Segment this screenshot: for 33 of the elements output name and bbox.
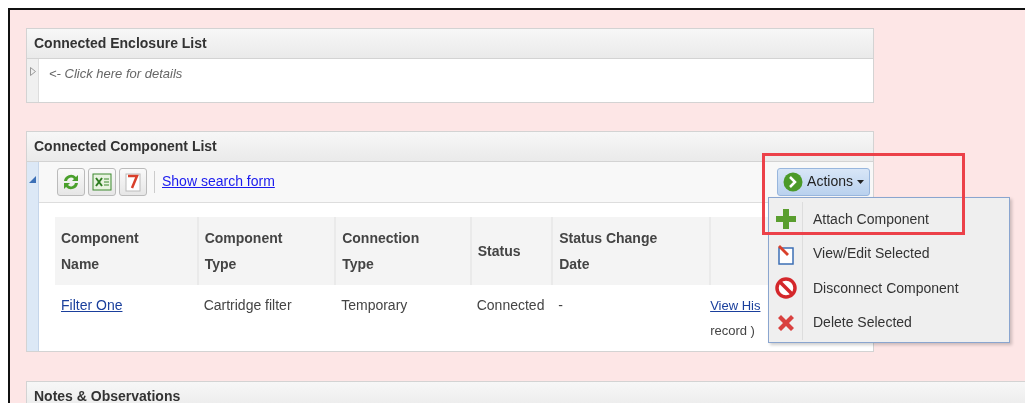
table-cell: Temporary — [341, 296, 408, 313]
arrow-circle-icon — [783, 171, 804, 192]
column-header: Status Change Date — [552, 216, 711, 285]
search-form-link[interactable]: Show search form — [162, 171, 275, 192]
actions-button[interactable]: Actions — [777, 167, 870, 196]
table-cell: Connected — [476, 296, 545, 313]
spreadsheet-button[interactable] — [88, 167, 116, 196]
expand-arrow-icon[interactable] — [29, 67, 36, 76]
component-link[interactable]: Filter One — [61, 296, 123, 313]
menu-item[interactable]: Delete Selected — [769, 305, 1009, 340]
no-entry-icon — [774, 277, 797, 300]
pdf-document-button[interactable] — [119, 167, 147, 196]
column-header: Connection Type — [335, 216, 471, 285]
plus-icon — [774, 208, 797, 231]
spreadsheet-icon — [91, 170, 113, 193]
history-link[interactable]: View His — [710, 297, 761, 313]
panel-title: Connected Enclosure List — [27, 29, 873, 59]
menu-item[interactable]: Disconnect Component — [769, 271, 1009, 306]
collapse-arrow-icon[interactable] — [29, 175, 36, 183]
table-cell: - — [558, 296, 563, 313]
pdf-document-icon — [122, 170, 144, 193]
caret-icon — [857, 179, 864, 184]
menu-item[interactable]: View/Edit Selected — [769, 236, 1009, 271]
refresh-button[interactable] — [57, 167, 85, 196]
panel-title: Connected Component List — [27, 131, 873, 162]
table-cell: record ) — [710, 322, 755, 338]
menu-item[interactable]: Attach Component — [769, 202, 1009, 237]
column-header: Component Name — [55, 216, 198, 285]
column-header: Status — [470, 216, 553, 285]
table-cell: Cartridge filter — [203, 296, 292, 313]
panel-title: Notes & Observations — [27, 381, 1025, 403]
column-header: Component Type — [197, 216, 336, 285]
details-hint[interactable]: <- Click here for details — [39, 59, 873, 102]
